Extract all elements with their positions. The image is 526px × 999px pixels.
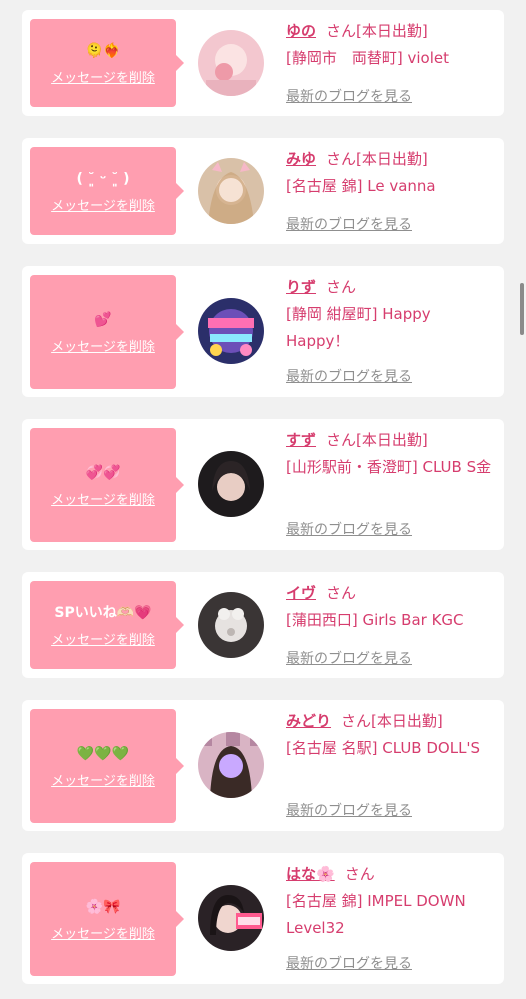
delete-message-button[interactable]: メッセージを削除 [51,489,155,508]
message-card: 💕 メッセージを削除 りず さん [静岡 紺屋町] Happy Happy！ 最新… [22,266,504,397]
message-stamp: 💚💚💚 [76,745,130,762]
cast-info: ゆの さん[本日出勤] [静岡市 両替町] violet [286,18,498,72]
message-bubble: ( ˘͈ ᵕ ˘͈ ) メッセージを削除 [30,147,184,235]
latest-blog-link[interactable]: 最新のブログを見る [286,519,412,539]
cast-info: みどり さん[本日出勤] [名古屋 名駅] CLUB DOLL'S [286,708,498,762]
message-card: 💚💚💚 メッセージを削除 みどり さん[本日出勤] [名古屋 名駅] CLUB D… [22,700,504,831]
cast-suffix: さん[本日出勤] [326,150,428,168]
message-stamp: 🫠❤️‍🔥 [85,42,121,59]
cast-info: すず さん[本日出勤] [山形駅前・香澄町] CLUB S金 [286,427,498,481]
shop-label: [蒲田西口] Girls Bar KGC [286,611,464,629]
cast-name-link[interactable]: りず [286,278,316,296]
shop-label: [山形駅前・香澄町] CLUB S金 [286,458,492,476]
message-bubble: 🫠❤️‍🔥 メッセージを削除 [30,19,184,107]
latest-blog-link[interactable]: 最新のブログを見る [286,214,412,234]
delete-message-button[interactable]: メッセージを削除 [51,195,155,214]
cast-name-link[interactable]: はな🌸 [286,865,335,883]
message-card: 💞💞 メッセージを削除 すず さん[本日出勤] [山形駅前・香澄町] CLUB S… [22,419,504,550]
cast-info: はな🌸 さん [名古屋 錦] IMPEL DOWN Level32 [286,861,498,942]
delete-message-button[interactable]: メッセージを削除 [51,629,155,648]
shop-label: [名古屋 名駅] CLUB DOLL'S [286,739,481,757]
avatar[interactable] [198,885,264,951]
latest-blog-link[interactable]: 最新のブログを見る [286,86,412,106]
message-stamp: ( ˘͈ ᵕ ˘͈ ) [76,170,130,187]
message-card: 🌸🎀 メッセージを削除 はな🌸 さん [名古屋 錦] IMPEL DOWN Lev… [22,853,504,984]
cast-suffix: さん[本日出勤] [341,712,443,730]
cast-suffix: さん[本日出勤] [326,431,428,449]
latest-blog-link[interactable]: 最新のブログを見る [286,648,412,668]
latest-blog-link[interactable]: 最新のブログを見る [286,800,412,820]
cast-suffix: さん [326,278,357,296]
cast-name-link[interactable]: イヴ [286,584,316,602]
message-stamp: SPいいね🫶🏻💗 [54,604,152,621]
delete-message-button[interactable]: メッセージを削除 [51,67,155,86]
shop-label: [名古屋 錦] IMPEL DOWN Level32 [286,892,466,937]
message-stamp: 💞💞 [85,464,121,481]
avatar[interactable] [198,451,264,517]
shop-label: [名古屋 錦] Le vanna [286,177,436,195]
message-card: 🫠❤️‍🔥 メッセージを削除 ゆの さん[本日出勤] [静岡市 両替町] viol… [22,10,504,116]
shop-label: [静岡市 両替町] violet [286,49,449,67]
shop-label: [静岡 紺屋町] Happy Happy！ [286,305,431,350]
latest-blog-link[interactable]: 最新のブログを見る [286,366,412,386]
avatar[interactable] [198,158,264,224]
cast-info: イヴ さん [蒲田西口] Girls Bar KGC [286,580,498,634]
delete-message-button[interactable]: メッセージを削除 [51,336,155,355]
message-card: SPいいね🫶🏻💗 メッセージを削除 イヴ さん [蒲田西口] Girls Bar … [22,572,504,678]
avatar[interactable] [198,298,264,364]
message-bubble: 💕 メッセージを削除 [30,275,184,389]
delete-message-button[interactable]: メッセージを削除 [51,770,155,789]
avatar[interactable] [198,30,264,96]
cast-suffix: さん[本日出勤] [326,22,428,40]
cast-name-link[interactable]: みどり [286,712,331,730]
cast-suffix: さん [326,584,357,602]
delete-message-button[interactable]: メッセージを削除 [51,923,155,942]
cast-name-link[interactable]: みゆ [286,150,316,168]
cast-info: りず さん [静岡 紺屋町] Happy Happy！ [286,274,498,355]
avatar[interactable] [198,732,264,798]
message-card: ( ˘͈ ᵕ ˘͈ ) メッセージを削除 みゆ さん[本日出勤] [名古屋 錦] … [22,138,504,244]
message-bubble: 🌸🎀 メッセージを削除 [30,862,184,976]
message-stamp: 💕 [94,311,112,328]
scrollbar[interactable] [520,283,524,335]
message-bubble: 💚💚💚 メッセージを削除 [30,709,184,823]
message-bubble: SPいいね🫶🏻💗 メッセージを削除 [30,581,184,669]
latest-blog-link[interactable]: 最新のブログを見る [286,953,412,973]
message-bubble: 💞💞 メッセージを削除 [30,428,184,542]
avatar[interactable] [198,592,264,658]
cast-name-link[interactable]: すず [286,431,316,449]
message-stamp: 🌸🎀 [85,898,121,915]
cast-name-link[interactable]: ゆの [286,22,316,40]
cast-suffix: さん [344,865,375,883]
cast-info: みゆ さん[本日出勤] [名古屋 錦] Le vanna [286,146,498,200]
